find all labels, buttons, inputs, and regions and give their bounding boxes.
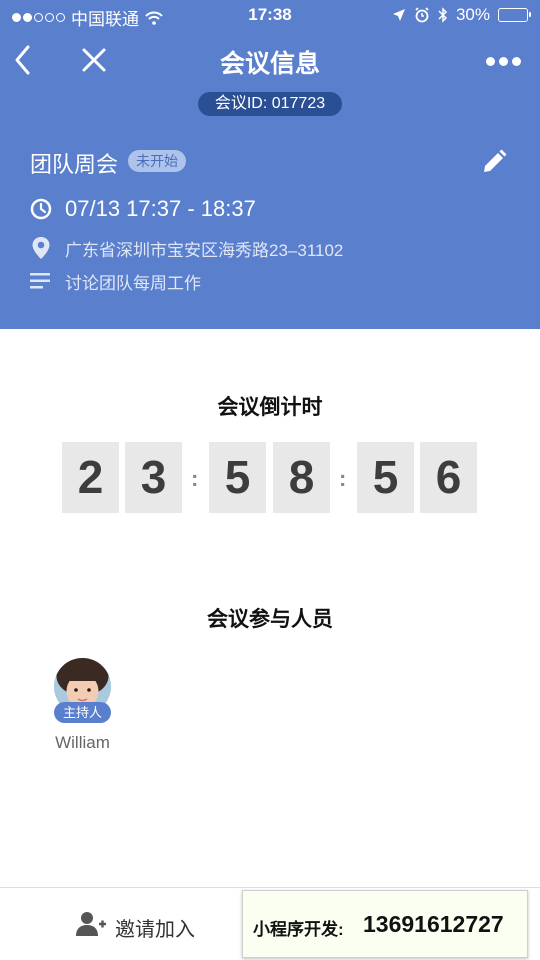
- countdown-digit: 8: [273, 442, 330, 513]
- countdown-digit: 6: [420, 442, 477, 513]
- participant-name: William: [55, 733, 110, 752]
- description-lines-icon: [30, 273, 50, 289]
- countdown-digit: 2: [62, 442, 119, 513]
- countdown-digit: 5: [209, 442, 266, 513]
- promo-banner: 小程序开发: 13691612727: [242, 890, 528, 958]
- invite-button[interactable]: 邀请加入: [0, 888, 270, 960]
- meeting-header: 中国联通 17:38 30% 会议信息 会议ID: 017723 团队周会 未开…: [0, 0, 540, 329]
- close-icon: [82, 48, 106, 72]
- close-button[interactable]: [80, 46, 108, 74]
- promo-phone: 13691612727: [363, 911, 504, 937]
- meeting-description: 讨论团队每周工作: [65, 274, 201, 293]
- meeting-location: 广东省深圳市宝安区海秀路23–31102: [65, 241, 344, 260]
- countdown-colon: :: [191, 466, 199, 491]
- back-button[interactable]: [10, 42, 38, 78]
- countdown-digit: 3: [125, 442, 182, 513]
- status-bar: 中国联通 17:38 30%: [0, 0, 540, 30]
- countdown-title: 会议倒计时: [217, 396, 323, 419]
- invite-label: 邀请加入: [115, 919, 195, 941]
- status-right: 30%: [392, 5, 531, 25]
- more-button[interactable]: [486, 52, 526, 70]
- location-arrow-icon: [392, 9, 405, 21]
- meeting-title: 团队周会: [30, 152, 119, 177]
- host-badge: 主持人: [54, 702, 111, 723]
- meeting-time: 07/13 17:37 - 18:37: [65, 196, 256, 221]
- countdown-colon: :: [339, 466, 347, 491]
- pencil-icon: [484, 149, 507, 172]
- battery-icon: [498, 8, 531, 22]
- bluetooth-icon: [438, 7, 448, 23]
- meeting-id-badge: 会议ID: 017723: [198, 92, 342, 116]
- add-user-icon: [76, 912, 106, 936]
- chevron-left-icon: [15, 45, 30, 75]
- more-dots-icon: [486, 56, 495, 66]
- edit-button[interactable]: [480, 148, 508, 176]
- countdown-digit: 5: [357, 442, 414, 513]
- alarm-icon: [415, 7, 429, 23]
- location-pin-icon: [32, 237, 50, 259]
- clock-icon: [30, 198, 52, 220]
- participants-title: 会议参与人员: [207, 608, 333, 631]
- battery-percent: 30%: [455, 5, 490, 24]
- meeting-status-badge: 未开始: [128, 150, 186, 172]
- promo-label: 小程序开发:: [253, 920, 344, 939]
